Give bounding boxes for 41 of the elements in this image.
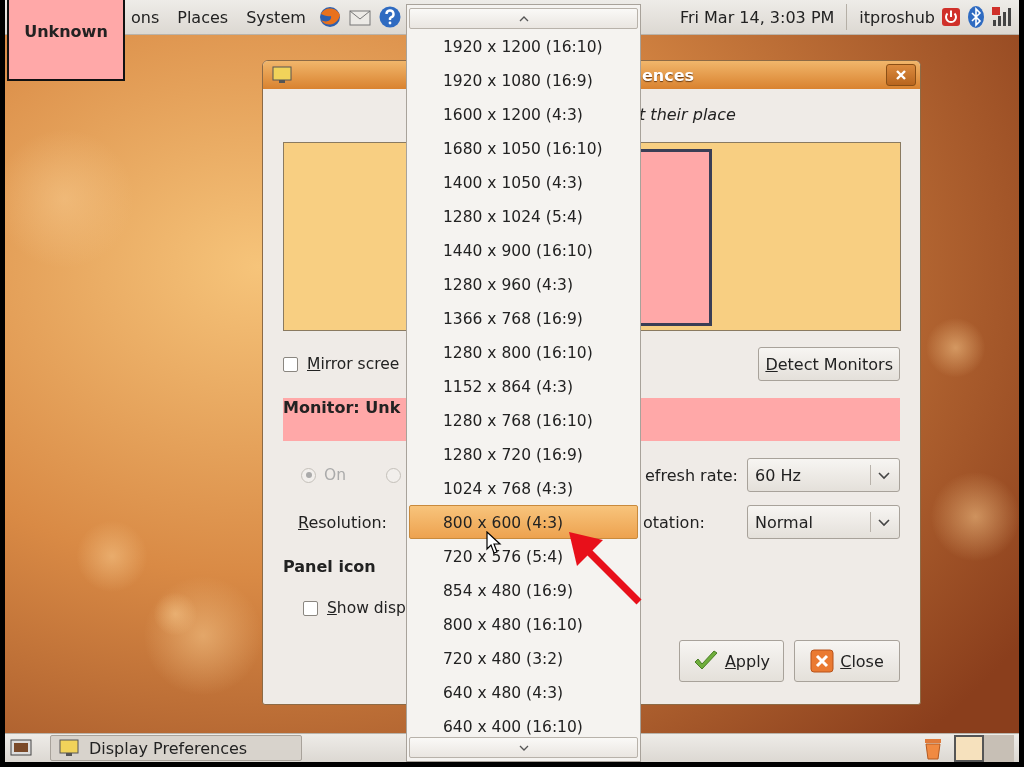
window-title: ences: [642, 65, 695, 85]
menu-item[interactable]: 1280 x 768 (16:10): [409, 403, 638, 437]
menu-item[interactable]: 640 x 400 (16:10): [409, 709, 638, 737]
menu-item[interactable]: 1280 x 800 (16:10): [409, 335, 638, 369]
detect-monitors-button[interactable]: Detect Monitors: [758, 347, 900, 381]
menu-item[interactable]: 1366 x 768 (16:9): [409, 301, 638, 335]
menu-item[interactable]: 800 x 480 (16:10): [409, 607, 638, 641]
menu-item[interactable]: 720 x 480 (3:2): [409, 641, 638, 675]
radio-label: On: [324, 466, 347, 484]
menu-item[interactable]: 640 x 480 (4:3): [409, 675, 638, 709]
refresh-rate-dropdown[interactable]: 60 Hz: [747, 458, 900, 492]
menu-item[interactable]: 1920 x 1200 (16:10): [409, 29, 638, 63]
apply-button[interactable]: Apply: [679, 640, 784, 682]
menu-item[interactable]: 854 x 480 (16:9): [409, 573, 638, 607]
user-name[interactable]: itproshub: [859, 7, 935, 27]
monitor-label: Unknown: [24, 22, 108, 43]
panel-menu[interactable]: System: [240, 7, 312, 27]
taskbar-button[interactable]: Display Preferences: [50, 735, 302, 761]
menu-item[interactable]: 1600 x 1200 (4:3): [409, 97, 638, 131]
menu-item[interactable]: 1680 x 1050 (16:10): [409, 131, 638, 165]
rotation-dropdown[interactable]: Normal: [747, 505, 900, 539]
menu-item[interactable]: 1920 x 1080 (16:9): [409, 63, 638, 97]
menu-item[interactable]: 800 x 600 (4:3): [409, 505, 638, 539]
close-button[interactable]: Close: [794, 640, 900, 682]
field-label: otation:: [643, 512, 705, 532]
field-label: efresh rate:: [645, 465, 738, 485]
menu-item[interactable]: 1440 x 900 (16:10): [409, 233, 638, 267]
panel-menu[interactable]: ons: [125, 7, 166, 27]
checkbox-label: Show disp: [327, 599, 406, 617]
menu-item[interactable]: 1280 x 1024 (5:4): [409, 199, 638, 233]
menu-item[interactable]: 1400 x 1050 (4:3): [409, 165, 638, 199]
clock[interactable]: Fri Mar 14, 3:03 PM: [679, 7, 835, 27]
field-label: Resolution:: [298, 512, 387, 532]
panel-menu[interactable]: Places: [171, 7, 235, 27]
section-heading: Panel icon: [283, 557, 376, 576]
menu-item[interactable]: 1280 x 720 (16:9): [409, 437, 638, 471]
checkbox-label: Mirror scree: [307, 355, 400, 373]
menu-item[interactable]: 1280 x 960 (4:3): [409, 267, 638, 301]
menu-item[interactable]: 1152 x 864 (4:3): [409, 369, 638, 403]
monitor-name: Monitor: Unk: [283, 398, 401, 417]
menu-item[interactable]: 1024 x 768 (4:3): [409, 471, 638, 505]
